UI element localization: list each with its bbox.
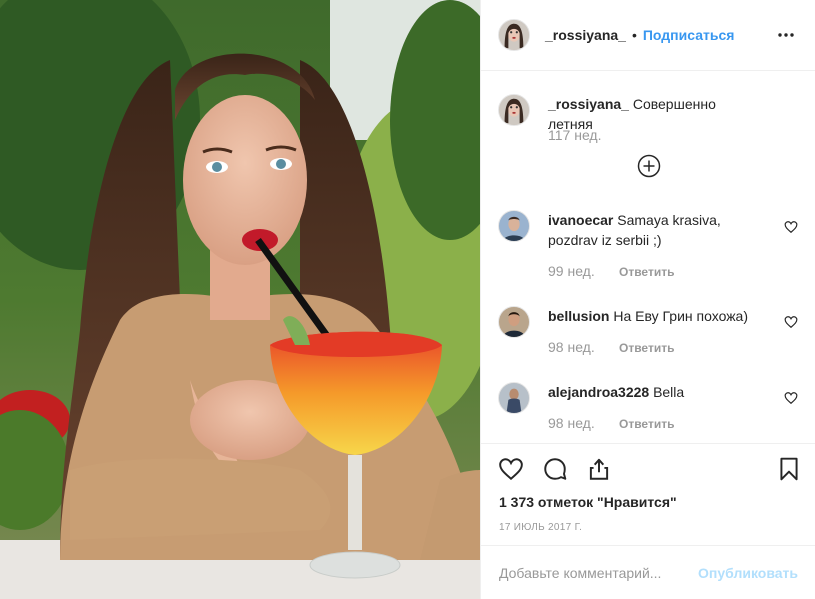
commenter-avatar[interactable] xyxy=(498,210,530,242)
post-image xyxy=(0,0,480,599)
comment-row: bellusion На Еву Грин похожа) 98 нед. От… xyxy=(498,306,798,356)
like-heart-icon[interactable] xyxy=(498,456,524,482)
comment-text: На Еву Грин похожа) xyxy=(613,308,749,324)
heart-icon[interactable] xyxy=(784,391,798,405)
add-comment-bar: Опубликовать xyxy=(481,545,815,599)
caption-username[interactable]: _rossiyana_ xyxy=(548,96,629,112)
comment-text: Bella xyxy=(653,384,685,400)
comment-username[interactable]: ivanoecar xyxy=(548,212,613,228)
commenter-avatar[interactable] xyxy=(498,382,530,414)
likes-count[interactable]: 1 373 отметок "Нравится" xyxy=(499,494,677,510)
heart-icon[interactable] xyxy=(784,315,798,329)
reply-button[interactable]: Ответить xyxy=(619,265,674,279)
bookmark-icon[interactable] xyxy=(776,456,802,482)
comment-row: alejandroa3228 Bella 98 нед. Ответить xyxy=(498,382,798,432)
comment-bubble-icon[interactable] xyxy=(542,456,568,482)
commenter-avatar[interactable] xyxy=(498,306,530,338)
caption-avatar[interactable] xyxy=(498,94,530,126)
post-date[interactable]: 17 ИЮЛЬ 2017 Г. xyxy=(499,522,582,533)
heart-icon[interactable] xyxy=(784,220,798,234)
comment-age[interactable]: 99 нед. xyxy=(548,263,595,279)
post-photo[interactable] xyxy=(0,0,480,599)
caption-age[interactable]: 117 нед. xyxy=(548,127,601,143)
caption-row: _rossiyana_ Совершенно летняя 117 нед. xyxy=(498,94,798,154)
reply-button[interactable]: Ответить xyxy=(619,417,674,431)
author-avatar[interactable] xyxy=(498,19,530,51)
comment-username[interactable]: alejandroa3228 xyxy=(548,384,649,400)
reply-button[interactable]: Ответить xyxy=(619,341,674,355)
author-username[interactable]: _rossiyana_ xyxy=(545,27,626,43)
post-side-panel: _rossiyana_ • Подписаться _rossiyana_ Со… xyxy=(480,0,815,599)
post-header: _rossiyana_ • Подписаться xyxy=(481,0,815,71)
share-upload-icon[interactable] xyxy=(586,456,612,482)
separator-dot: • xyxy=(631,27,637,43)
follow-button[interactable]: Подписаться xyxy=(643,27,735,43)
post-actions: 1 373 отметок "Нравится" 17 ИЮЛЬ 2017 Г. xyxy=(481,443,815,545)
comment-age[interactable]: 98 нед. xyxy=(548,339,595,355)
plus-circle-icon[interactable] xyxy=(637,154,661,178)
more-options-icon[interactable] xyxy=(774,23,798,47)
comment-age[interactable]: 98 нед. xyxy=(548,415,595,431)
comment-username[interactable]: bellusion xyxy=(548,308,609,324)
comment-input[interactable] xyxy=(499,564,699,581)
comments-list[interactable]: _rossiyana_ Совершенно летняя 117 нед. i xyxy=(481,72,815,442)
comment-row: ivanoecar Samaya krasiva, pozdrav iz ser… xyxy=(498,210,798,280)
publish-button[interactable]: Опубликовать xyxy=(698,565,798,581)
